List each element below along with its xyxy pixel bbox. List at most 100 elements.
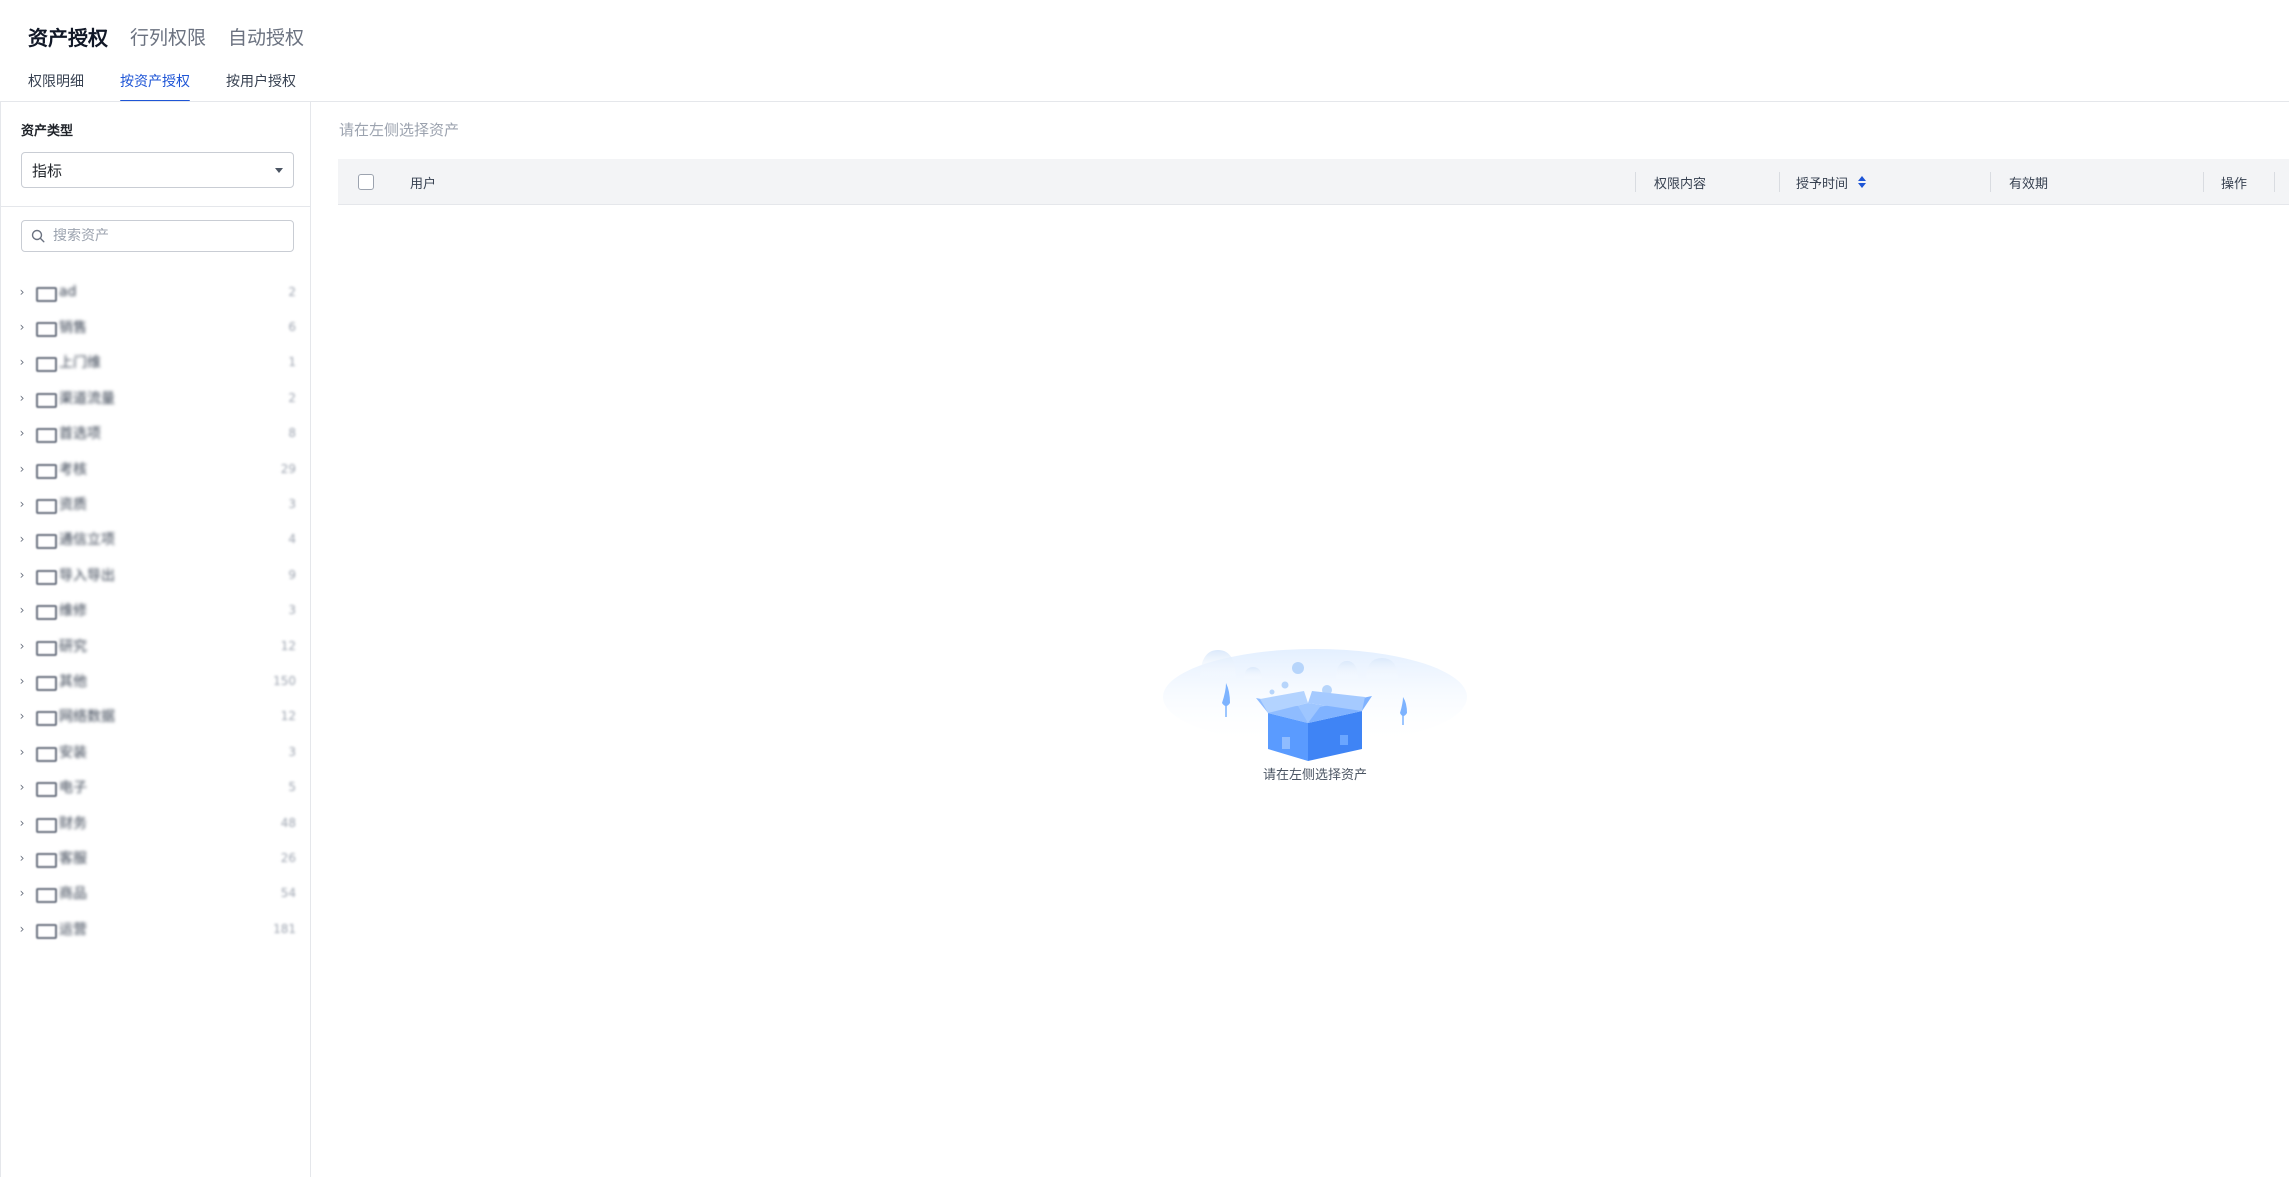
tree-item-count: 6 [288, 320, 296, 335]
tree-item[interactable]: › 研究 12 [1, 628, 310, 663]
chevron-right-icon[interactable]: › [15, 709, 29, 723]
tree-item-count: 2 [288, 390, 296, 405]
chevron-right-icon[interactable]: › [15, 391, 29, 405]
chevron-right-icon[interactable]: › [15, 780, 29, 794]
tree-item-label: 安装 [59, 744, 87, 761]
asset-type-select[interactable]: 指标 [21, 152, 294, 188]
chevron-right-icon[interactable]: › [15, 886, 29, 900]
chevron-right-icon[interactable]: › [15, 922, 29, 936]
folder-icon [35, 674, 57, 691]
tree-item[interactable]: › 首选项 8 [1, 416, 310, 451]
tree-item-count: 8 [288, 426, 296, 441]
column-permission-content: 权限内容 [1654, 176, 1707, 192]
tree-item-count: 4 [288, 532, 296, 547]
column-validity: 有效期 [2009, 176, 2049, 192]
tree-item-label: 其他 [59, 673, 87, 690]
tree-item[interactable]: › 导入导出 9 [1, 557, 310, 592]
sort-icon[interactable] [1858, 176, 1867, 188]
chevron-right-icon[interactable]: › [15, 285, 29, 299]
tree-item-label: 通信立项 [59, 532, 115, 549]
tree-item[interactable]: › 安装 3 [1, 734, 310, 769]
folder-icon [35, 745, 57, 762]
folder-icon [35, 816, 57, 833]
tree-item-label: 渠道流量 [59, 390, 115, 407]
chevron-right-icon[interactable]: › [15, 462, 29, 476]
tree-item[interactable]: › ad 2 [1, 274, 310, 309]
select-all-cell [358, 159, 374, 205]
tree-item-label: 财务 [59, 815, 87, 832]
tree-item-count: 26 [280, 850, 296, 865]
tree-item[interactable]: › 其他 150 [1, 663, 310, 698]
top-tabs: 资产授权 行列权限 自动授权 [28, 14, 304, 58]
chevron-right-icon[interactable]: › [15, 355, 29, 369]
sub-tabs: 权限明细 按资产授权 按用户授权 [28, 68, 296, 102]
tree-item-label: 上门维 [59, 355, 101, 372]
chevron-right-icon[interactable]: › [15, 568, 29, 582]
subtab-by-asset[interactable]: 按资产授权 [120, 68, 190, 102]
tree-item-count: 5 [288, 780, 296, 795]
folder-icon [35, 886, 57, 904]
tree-item-label: 维修 [59, 603, 87, 620]
tree-item[interactable]: › 商品 54 [1, 876, 310, 911]
chevron-right-icon[interactable]: › [15, 674, 29, 688]
tree-item[interactable]: › 渠道流量 2 [1, 380, 310, 415]
column-separator [1635, 172, 1636, 192]
tree-item-label: 首选项 [59, 426, 101, 443]
tree-item[interactable]: › 电子 5 [1, 769, 310, 804]
tree-item[interactable]: › 销售 6 [1, 309, 310, 344]
tree-item-label: 导入导出 [59, 567, 115, 584]
sidebar-divider [1, 206, 310, 207]
chevron-right-icon[interactable]: › [15, 497, 29, 511]
folder-icon [35, 285, 57, 302]
tree-item[interactable]: › 资质 3 [1, 486, 310, 521]
search-icon [31, 229, 45, 243]
chevron-right-icon[interactable]: › [15, 639, 29, 653]
column-separator [2203, 172, 2204, 192]
column-grant-time[interactable]: 授予时间 [1796, 159, 1867, 205]
tree-item[interactable]: › 网络数据 12 [1, 699, 310, 734]
chevron-right-icon[interactable]: › [15, 320, 29, 334]
tree-item-label: 销售 [59, 320, 87, 337]
column-separator [2274, 172, 2275, 192]
tree-item-label: ad [59, 283, 77, 300]
asset-type-value: 指标 [32, 161, 63, 180]
tree-item-label: 研究 [59, 638, 87, 655]
asset-tree: › ad 2 › 销售 6 › 上门维 1 › 渠道流量 2 › 首选项 8 ›… [1, 274, 310, 946]
tree-item[interactable]: › 考核 29 [1, 451, 310, 486]
tree-item-count: 12 [280, 709, 296, 724]
asset-search-box[interactable] [21, 220, 294, 252]
tree-item[interactable]: › 运营 181 [1, 911, 310, 946]
caret-down-icon [275, 167, 283, 173]
chevron-right-icon[interactable]: › [15, 816, 29, 830]
tree-item[interactable]: › 维修 3 [1, 593, 310, 628]
chevron-right-icon[interactable]: › [15, 603, 29, 617]
chevron-right-icon[interactable]: › [15, 745, 29, 759]
select-all-checkbox[interactable] [358, 174, 374, 190]
tree-item[interactable]: › 通信立项 4 [1, 522, 310, 557]
tab-asset-authorization[interactable]: 资产授权 [28, 22, 108, 51]
empty-box-illustration [1163, 649, 1467, 761]
chevron-right-icon[interactable]: › [15, 426, 29, 440]
subtab-by-user[interactable]: 按用户授权 [226, 68, 296, 102]
tree-item[interactable]: › 客服 26 [1, 840, 310, 875]
tree-item[interactable]: › 财务 48 [1, 805, 310, 840]
folder-icon [35, 355, 57, 373]
tab-auto-authorization[interactable]: 自动授权 [228, 23, 304, 50]
tree-item-label: 网络数据 [59, 709, 115, 726]
folder-icon [35, 497, 57, 515]
asset-search-input[interactable] [53, 228, 273, 244]
tree-item[interactable]: › 上门维 1 [1, 345, 310, 380]
folder-icon [35, 568, 57, 585]
folder-icon [35, 603, 57, 621]
empty-state-text: 请在左侧选择资产 [1262, 768, 1367, 783]
folder-icon [35, 851, 57, 868]
column-separator [1779, 172, 1780, 192]
subtab-permission-detail[interactable]: 权限明细 [28, 68, 84, 102]
tree-item-label: 商品 [59, 886, 87, 903]
tree-item-count: 1 [288, 355, 296, 370]
chevron-right-icon[interactable]: › [15, 532, 29, 546]
chevron-right-icon[interactable]: › [15, 851, 29, 865]
tree-item-label: 考核 [59, 461, 87, 478]
tab-row-column-permission[interactable]: 行列权限 [130, 23, 206, 50]
tree-item-count: 12 [280, 638, 296, 653]
